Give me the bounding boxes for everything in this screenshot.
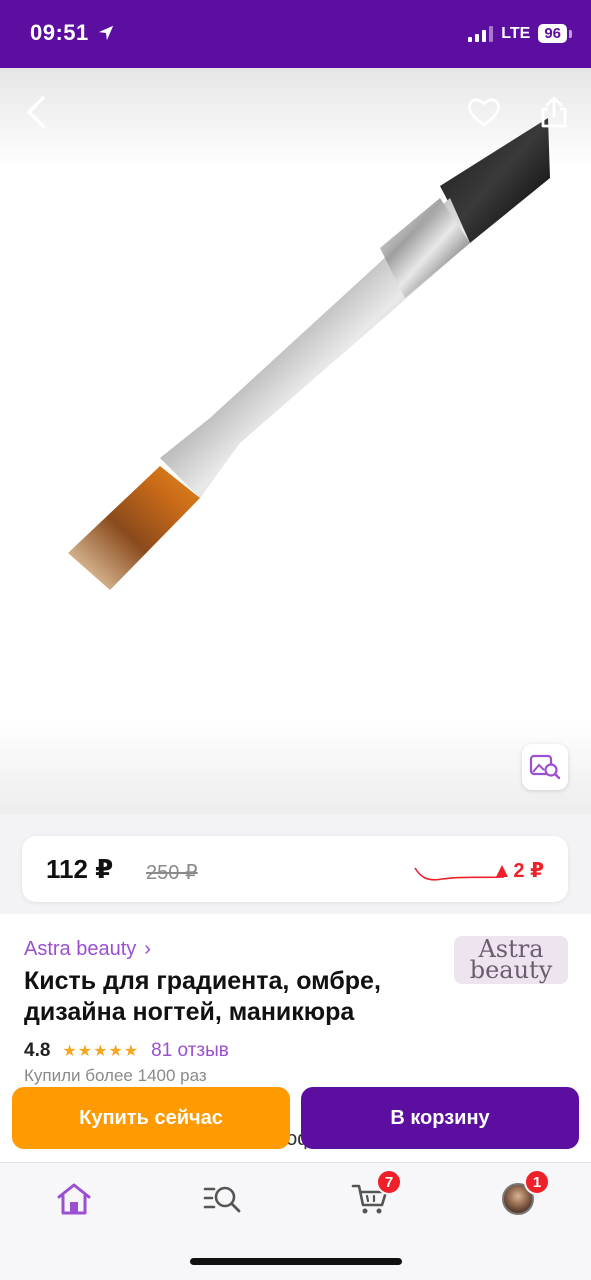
chevron-right-icon: › [144, 938, 151, 960]
tab-cart[interactable]: 7 [348, 1169, 402, 1219]
share-button[interactable] [534, 92, 574, 132]
time-label: 09:51 [30, 20, 89, 45]
back-icon [27, 96, 45, 128]
buy-now-button[interactable]: Купить сейчас [12, 1087, 290, 1149]
heart-icon [468, 98, 500, 127]
tab-home[interactable] [52, 1179, 96, 1219]
status-indicators: LTE 96 [468, 24, 572, 43]
visual-search-icon [529, 754, 561, 780]
reviews-link[interactable]: 81 отзыв [151, 1040, 229, 1062]
favorite-button[interactable] [464, 92, 504, 132]
status-time: 09:51 [30, 20, 115, 46]
signal-icon [468, 25, 494, 42]
old-price: 250 ₽ [146, 862, 198, 884]
seller-name: Astra beauty [24, 938, 137, 960]
rating-value: 4.8 [24, 1040, 51, 1061]
back-button[interactable] [16, 92, 56, 132]
location-arrow-icon [98, 25, 113, 41]
tab-catalog[interactable] [200, 1179, 244, 1219]
purchase-count: Купили более 1400 раз [24, 1066, 207, 1085]
home-indicator[interactable] [190, 1258, 402, 1265]
seller-logo-line2: beauty [469, 956, 553, 984]
seller-logo[interactable]: Astra beauty [454, 936, 568, 984]
rating-row[interactable]: 4.8 ★★★★★ 81 отзыв [24, 1040, 229, 1062]
price-card: 112 ₽ 250 ₽ 2 ₽ [22, 836, 568, 902]
network-label: LTE [501, 24, 531, 42]
share-icon [541, 96, 567, 128]
catalog-search-icon [203, 1186, 241, 1213]
product-title: Кисть для градиента, омбре, дизайна ногт… [24, 967, 381, 1026]
price-change: 2 ₽ [495, 858, 544, 883]
tab-profile[interactable]: 1 [496, 1169, 550, 1219]
price-change-value: 2 ₽ [513, 860, 544, 882]
product-image [68, 118, 550, 590]
seller-link[interactable]: Astra beauty › [24, 938, 151, 961]
triangle-up-icon [496, 864, 509, 877]
visual-search-button[interactable] [522, 744, 568, 790]
profile-badge: 1 [524, 1169, 550, 1195]
home-icon [57, 1183, 91, 1215]
product-gallery[interactable] [0, 68, 591, 814]
status-bar: 09:51 LTE 96 [0, 0, 591, 68]
add-to-cart-button[interactable]: В корзину [301, 1087, 579, 1149]
cart-badge: 7 [376, 1169, 402, 1195]
rating-stars: ★★★★★ [62, 1043, 140, 1060]
battery-icon: 96 [538, 24, 572, 43]
current-price: 112 ₽ [46, 854, 114, 884]
